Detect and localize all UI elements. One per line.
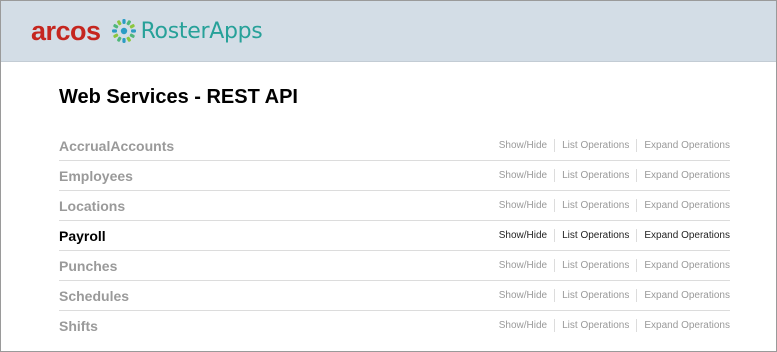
resource-name-link[interactable]: Payroll [59,228,106,244]
expand-operations-link[interactable]: Expand Operations [644,170,730,181]
resource-name-link[interactable]: AccrualAccounts [59,138,174,154]
operation-separator [554,139,556,152]
list-operations-link[interactable]: List Operations [562,320,629,331]
resource-operations: Show/Hide List Operations Expand Operati… [499,289,730,302]
resource-name-link[interactable]: Punches [59,258,117,274]
expand-operations-link[interactable]: Expand Operations [644,260,730,271]
operation-separator [636,319,638,332]
resource-name-link[interactable]: Shifts [59,318,98,334]
operation-separator [554,169,556,182]
app-frame: arcos RosterApps Web Services - REST API… [0,0,777,352]
page-title: Web Services - REST API [59,86,298,108]
show-hide-link[interactable]: Show/Hide [499,170,547,181]
resource-row-punches: Punches Show/Hide List Operations Expand… [59,251,730,281]
operation-separator [636,229,638,242]
resource-name-link[interactable]: Employees [59,168,133,184]
operation-separator [554,199,556,212]
main-content: Web Services - REST API AccrualAccounts … [1,85,776,340]
operation-separator [636,259,638,272]
arcos-logo-text: arcos [31,15,101,46]
operation-separator [554,259,556,272]
show-hide-link[interactable]: Show/Hide [499,260,547,271]
resource-row-locations: Locations Show/Hide List Operations Expa… [59,191,730,221]
operation-separator [636,289,638,302]
resource-row-employees: Employees Show/Hide List Operations Expa… [59,161,730,191]
show-hide-link[interactable]: Show/Hide [499,320,547,331]
expand-operations-link[interactable]: Expand Operations [644,140,730,151]
expand-operations-link[interactable]: Expand Operations [644,320,730,331]
resource-name-link[interactable]: Locations [59,198,125,214]
resource-row-payroll: Payroll Show/Hide List Operations Expand… [59,221,730,251]
resource-operations: Show/Hide List Operations Expand Operati… [499,169,730,182]
resource-row-shifts: Shifts Show/Hide List Operations Expand … [59,311,730,340]
resource-operations: Show/Hide List Operations Expand Operati… [499,319,730,332]
header-bar: arcos RosterApps [1,1,776,62]
resource-row-schedules: Schedules Show/Hide List Operations Expa… [59,281,730,311]
list-operations-link[interactable]: List Operations [562,290,629,301]
operation-separator [554,319,556,332]
list-operations-link[interactable]: List Operations [562,260,629,271]
expand-operations-link[interactable]: Expand Operations [644,290,730,301]
show-hide-link[interactable]: Show/Hide [499,200,547,211]
resource-list: AccrualAccounts Show/Hide List Operation… [59,131,730,340]
sunburst-logo-icon [111,18,137,44]
expand-operations-link[interactable]: Expand Operations [644,200,730,211]
operation-separator [554,229,556,242]
resource-operations: Show/Hide List Operations Expand Operati… [499,199,730,212]
show-hide-link[interactable]: Show/Hide [499,230,547,241]
list-operations-link[interactable]: List Operations [562,140,629,151]
operation-separator [554,289,556,302]
resource-operations: Show/Hide List Operations Expand Operati… [499,139,730,152]
rosterapps-logo-text: RosterApps [140,18,263,44]
list-operations-link[interactable]: List Operations [562,170,629,181]
expand-operations-link[interactable]: Expand Operations [644,230,730,241]
show-hide-link[interactable]: Show/Hide [499,140,547,151]
operation-separator [636,199,638,212]
resource-operations: Show/Hide List Operations Expand Operati… [499,259,730,272]
resource-name-link[interactable]: Schedules [59,288,129,304]
resource-row-accrualaccounts: AccrualAccounts Show/Hide List Operation… [59,131,730,161]
list-operations-link[interactable]: List Operations [562,200,629,211]
resource-operations: Show/Hide List Operations Expand Operati… [499,229,730,242]
operation-separator [636,169,638,182]
list-operations-link[interactable]: List Operations [562,230,629,241]
operation-separator [636,139,638,152]
show-hide-link[interactable]: Show/Hide [499,290,547,301]
